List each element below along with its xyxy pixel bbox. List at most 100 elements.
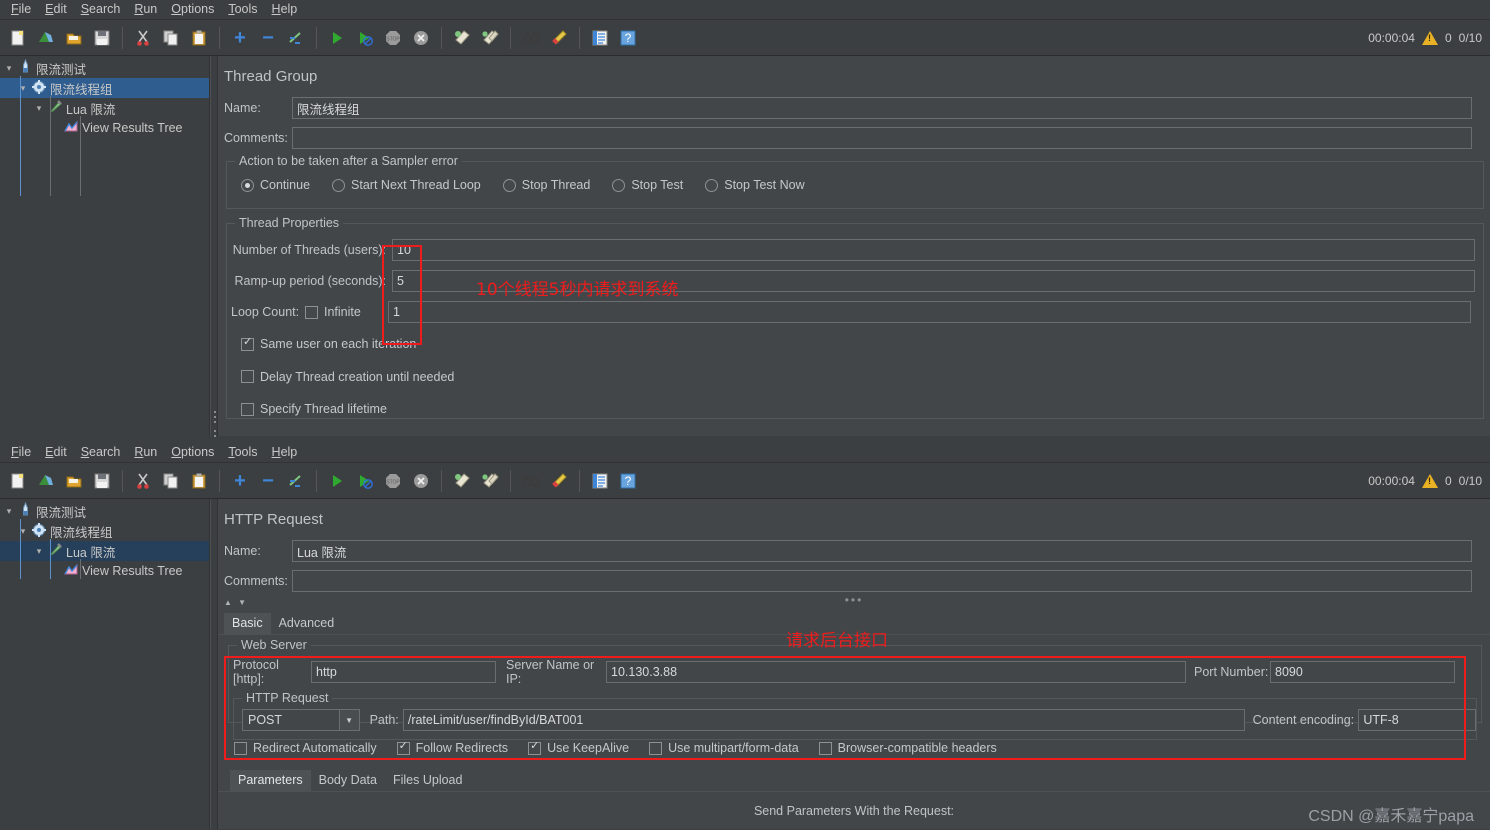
tree-item-test-plan[interactable]: ▾ 限流测试	[0, 501, 209, 521]
toggle-icon[interactable]	[284, 26, 308, 50]
toggle-icon[interactable]	[284, 469, 308, 493]
tree-item-view-results-tree[interactable]: View Results Tree	[0, 561, 209, 581]
menu-run[interactable]: Run	[127, 0, 164, 19]
checkbox-use-keepalive[interactable]: Use KeepAlive	[528, 740, 629, 755]
search-reset-icon[interactable]	[547, 26, 571, 50]
checkbox-redirect-automatically[interactable]: Redirect Automatically	[234, 741, 377, 755]
menu-file[interactable]: File	[4, 0, 38, 19]
function-helper-icon[interactable]	[588, 26, 612, 50]
new-document-icon[interactable]	[6, 469, 30, 493]
tab-files-upload[interactable]: Files Upload	[385, 770, 470, 791]
search-icon[interactable]	[519, 469, 543, 493]
chevron-down-icon[interactable]: ▾	[2, 63, 16, 74]
clear-icon[interactable]	[450, 469, 474, 493]
collapse-all-icon[interactable]: −	[256, 469, 280, 493]
function-helper-icon[interactable]	[588, 469, 612, 493]
expand-all-icon[interactable]: +	[228, 26, 252, 50]
tab-parameters[interactable]: Parameters	[230, 770, 311, 791]
test-plan-tree-top[interactable]: ▾ 限流测试 ▾ 限流线程组 ▾ Lua 限流 View Results Tre…	[0, 56, 210, 439]
menu-search[interactable]: Search	[74, 0, 128, 19]
open-folder-icon[interactable]	[62, 469, 86, 493]
loop-count-input[interactable]: 1	[388, 301, 1471, 323]
open-template-icon[interactable]	[34, 26, 58, 50]
drag-handle-dots[interactable]: •••	[218, 594, 1490, 606]
menu-edit[interactable]: Edit	[38, 0, 74, 19]
chevron-down-icon[interactable]: ▼	[338, 710, 359, 730]
checkbox-same-user-each-iteration[interactable]: Same user on each iteration	[241, 336, 416, 351]
tab-basic[interactable]: Basic	[224, 613, 271, 634]
paste-icon[interactable]	[187, 26, 211, 50]
open-template-icon[interactable]	[34, 469, 58, 493]
radio-stop-test[interactable]: Stop Test	[612, 178, 683, 192]
menu-options[interactable]: Options	[164, 443, 221, 462]
search-icon[interactable]	[519, 26, 543, 50]
copy-icon[interactable]	[159, 469, 183, 493]
save-icon[interactable]	[90, 26, 114, 50]
tree-item-test-plan[interactable]: ▾ 限流测试	[0, 58, 209, 78]
shutdown-icon[interactable]	[409, 469, 433, 493]
menu-tools[interactable]: Tools	[221, 0, 264, 19]
help-icon[interactable]: ?	[616, 469, 640, 493]
menu-help[interactable]: Help	[265, 443, 305, 462]
menu-help[interactable]: Help	[265, 0, 305, 19]
save-icon[interactable]	[90, 469, 114, 493]
new-document-icon[interactable]	[6, 26, 30, 50]
expand-all-icon[interactable]: +	[228, 469, 252, 493]
clear-all-icon[interactable]	[478, 26, 502, 50]
protocol-input[interactable]: http	[311, 661, 496, 683]
start-no-pauses-icon[interactable]	[353, 469, 377, 493]
port-number-input[interactable]: 8090	[1270, 661, 1455, 683]
chevron-down-icon[interactable]: ▾	[32, 103, 46, 114]
name-input[interactable]: Lua 限流	[292, 540, 1472, 562]
clear-all-icon[interactable]	[478, 469, 502, 493]
checkbox-browser-compatible-headers[interactable]: Browser-compatible headers	[818, 741, 997, 755]
start-no-pauses-icon[interactable]	[353, 26, 377, 50]
cut-icon[interactable]	[131, 469, 155, 493]
tree-item-view-results-tree[interactable]: View Results Tree	[0, 118, 209, 138]
checkbox-infinite[interactable]: Infinite	[305, 305, 388, 319]
comments-input[interactable]	[292, 127, 1472, 149]
menu-edit[interactable]: Edit	[38, 443, 74, 462]
help-icon[interactable]: ?	[616, 26, 640, 50]
menu-file[interactable]: File	[4, 443, 38, 462]
start-icon[interactable]	[325, 469, 349, 493]
menu-tools[interactable]: Tools	[221, 443, 264, 462]
content-encoding-input[interactable]: UTF-8	[1358, 709, 1476, 731]
menu-run[interactable]: Run	[127, 443, 164, 462]
warning-triangle-icon[interactable]	[1421, 474, 1438, 488]
server-name-input[interactable]: 10.130.3.88	[606, 661, 1186, 683]
stop-icon[interactable]: STOP	[381, 26, 405, 50]
radio-stop-test-now[interactable]: Stop Test Now	[705, 178, 805, 192]
radio-start-next-thread-loop[interactable]: Start Next Thread Loop	[332, 178, 481, 192]
chevron-down-icon[interactable]: ▾	[32, 546, 46, 557]
start-icon[interactable]	[325, 26, 349, 50]
collapse-all-icon[interactable]: −	[256, 26, 280, 50]
radio-continue[interactable]: Continue	[241, 178, 310, 192]
radio-stop-thread[interactable]: Stop Thread	[502, 178, 590, 192]
shutdown-icon[interactable]	[409, 26, 433, 50]
tab-advanced[interactable]: Advanced	[271, 613, 343, 634]
search-reset-icon[interactable]	[547, 469, 571, 493]
chevron-down-icon[interactable]: ▾	[16, 83, 30, 94]
checkbox-follow-redirects[interactable]: Follow Redirects	[396, 740, 508, 755]
number-of-threads-input[interactable]: 10	[392, 239, 1475, 261]
warning-triangle-icon[interactable]	[1421, 31, 1438, 45]
checkbox-delay-thread-creation[interactable]: Delay Thread creation until needed	[241, 370, 454, 384]
comments-input[interactable]	[292, 570, 1472, 592]
chevron-down-icon[interactable]: ▾	[16, 526, 30, 537]
open-folder-icon[interactable]	[62, 26, 86, 50]
cut-icon[interactable]	[131, 26, 155, 50]
test-plan-tree-bottom[interactable]: ▾ 限流测试 ▾ 限流线程组 ▾ Lua 限流 View Results Tre…	[0, 499, 210, 829]
checkbox-specify-thread-lifetime[interactable]: Specify Thread lifetime	[241, 402, 387, 416]
copy-icon[interactable]	[159, 26, 183, 50]
tree-item-thread-group[interactable]: ▾ 限流线程组	[0, 521, 209, 541]
name-input[interactable]: 限流线程组	[292, 97, 1472, 119]
stop-icon[interactable]: STOP	[381, 469, 405, 493]
path-input[interactable]: /rateLimit/user/findById/BAT001	[402, 709, 1245, 731]
tab-body-data[interactable]: Body Data	[311, 770, 385, 791]
menu-options[interactable]: Options	[164, 0, 221, 19]
split-divider-top[interactable]	[210, 56, 218, 439]
checkbox-use-multipart-form-data[interactable]: Use multipart/form-data	[649, 741, 799, 755]
chevron-down-icon[interactable]: ▾	[2, 506, 16, 517]
http-method-select[interactable]: POST ▼	[242, 709, 360, 731]
